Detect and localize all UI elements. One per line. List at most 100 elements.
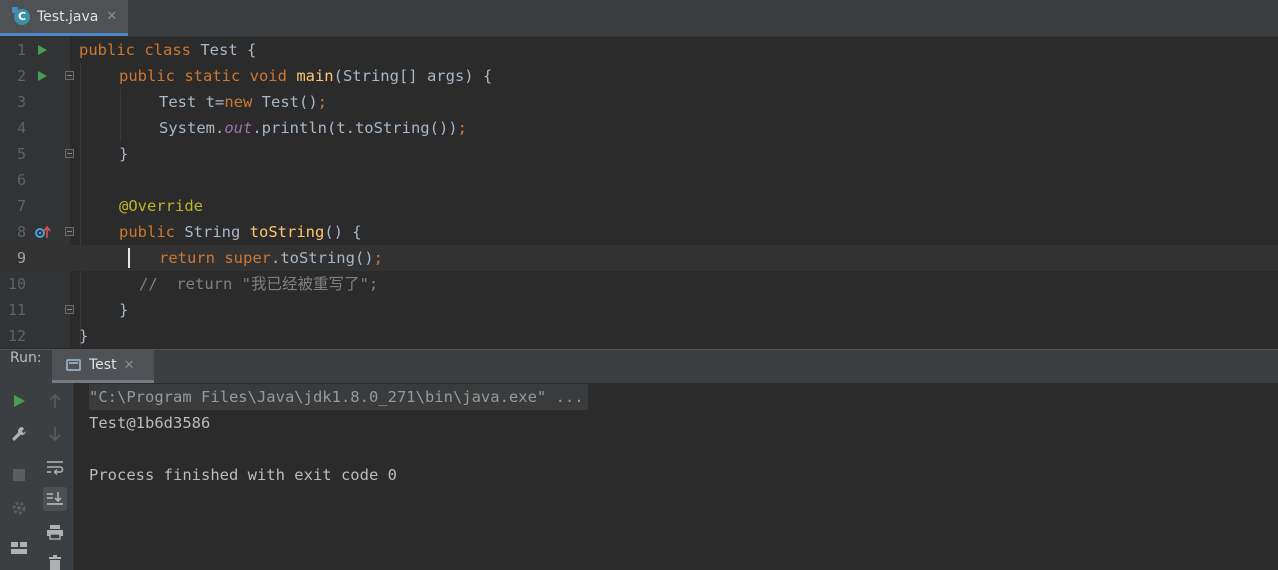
play-icon — [14, 395, 25, 407]
code-line[interactable]: 5 } — [0, 141, 1278, 167]
code-line[interactable]: 3 Test t=new Test(); — [0, 89, 1278, 115]
line-number: 1 — [16, 41, 26, 59]
code-token: } — [119, 301, 129, 319]
code-token: () { — [324, 223, 362, 241]
scroll-end-icon — [47, 492, 63, 505]
run-gutter-icon[interactable] — [38, 71, 47, 81]
close-icon[interactable]: ✕ — [124, 358, 135, 373]
code-token: .println(t.toString()) — [252, 119, 458, 137]
code-token: .toString() — [270, 249, 374, 267]
code-text: @Override — [119, 193, 203, 219]
arrow-down-icon — [49, 427, 61, 442]
code-line[interactable]: 10 // return "我已经被重写了"; — [0, 271, 1278, 297]
run-tool-window-header: Run: Test ✕ — [0, 349, 1278, 383]
java-class-icon: C — [12, 6, 30, 25]
code-token: } — [119, 145, 129, 163]
annotation: @Override — [119, 197, 203, 215]
close-icon[interactable]: ✕ — [106, 9, 117, 24]
code-line[interactable]: 4 System.out.println(t.toString()); — [0, 115, 1278, 141]
run-tab-label: Test — [89, 357, 117, 373]
console-command-line[interactable]: "C:\Program Files\Java\jdk1.8.0_271\bin\… — [89, 384, 588, 410]
code-token: String — [184, 223, 250, 241]
rerun-button[interactable] — [7, 389, 31, 413]
editor-tab-bar: C Test.java ✕ — [0, 0, 1278, 37]
ide-window: C Test.java ✕ 1 public class Test { 2 pu… — [0, 0, 1278, 570]
code-line[interactable]: 6 — [0, 167, 1278, 193]
code-text: public String toString() { — [119, 219, 362, 245]
class-name: Test — [200, 41, 238, 59]
code-line[interactable]: 11 } — [0, 297, 1278, 323]
arrow-up-icon — [49, 393, 61, 408]
code-line[interactable]: 7 @Override — [0, 193, 1278, 219]
code-line[interactable]: 1 public class Test { — [0, 37, 1278, 63]
override-method-icon[interactable] — [34, 225, 52, 239]
semicolon: ; — [457, 119, 467, 137]
code-token: (String[] args) { — [333, 67, 493, 85]
scroll-up-button[interactable] — [43, 389, 67, 413]
keyword: public static void — [119, 67, 297, 85]
restore-layout-button[interactable] — [7, 496, 31, 520]
code-text: Test t=new Test(); — [159, 89, 327, 115]
code-token: Test t= — [159, 93, 225, 111]
layout-icon — [11, 542, 27, 554]
code-line-current[interactable]: 9 return super.toString(); — [0, 245, 1278, 271]
fold-icon[interactable] — [65, 71, 74, 80]
keyword: new — [224, 93, 262, 111]
soft-wrap-button[interactable] — [43, 455, 67, 479]
text-caret — [128, 248, 130, 268]
trash-icon — [49, 555, 61, 570]
code-token: Test() — [261, 93, 318, 111]
stop-button[interactable] — [7, 463, 31, 487]
wrench-icon — [12, 427, 26, 441]
code-line[interactable]: 8 public String toString() { — [0, 219, 1278, 245]
code-token: { — [237, 41, 257, 59]
code-area[interactable]: 1 public class Test { 2 public static vo… — [0, 37, 1278, 348]
run-gutter-icon[interactable] — [38, 45, 47, 55]
code-text: return super.toString(); — [159, 245, 383, 271]
code-text: } — [79, 323, 88, 348]
fold-icon[interactable] — [65, 305, 74, 314]
line-number: 12 — [7, 327, 26, 345]
code-line[interactable]: 12 } — [0, 323, 1278, 348]
code-text: public class Test { — [79, 37, 256, 63]
line-number: 11 — [7, 301, 26, 319]
code-editor[interactable]: 1 public class Test { 2 public static vo… — [0, 37, 1278, 348]
comment: // return "我已经被重写了"; — [139, 275, 379, 293]
settings-button[interactable] — [7, 422, 31, 446]
line-number: 5 — [16, 145, 26, 163]
printer-icon — [47, 525, 63, 540]
code-token: } — [79, 327, 89, 345]
static-field: out — [224, 119, 253, 137]
line-number: 8 — [16, 223, 26, 241]
method-name: toString — [249, 223, 325, 241]
run-tab-test[interactable]: Test ✕ — [52, 350, 154, 383]
code-line[interactable]: 2 public static void main(String[] args)… — [0, 63, 1278, 89]
stop-icon — [13, 469, 25, 481]
semicolon: ; — [373, 249, 383, 267]
line-number: 10 — [7, 275, 26, 293]
console-output[interactable]: "C:\Program Files\Java\jdk1.8.0_271\bin\… — [75, 383, 1278, 570]
scroll-to-end-button[interactable] — [43, 487, 67, 511]
scroll-down-button[interactable] — [43, 422, 67, 446]
run-title: Run: — [10, 350, 42, 366]
code-text: public static void main(String[] args) { — [119, 63, 492, 89]
console-exit-line: Process finished with exit code 0 — [89, 466, 397, 484]
code-text: } — [119, 141, 128, 167]
keyword: public class — [79, 41, 201, 59]
semicolon: ; — [317, 93, 327, 111]
tab-test-java[interactable]: C Test.java ✕ — [0, 0, 128, 36]
print-button[interactable] — [43, 520, 67, 544]
code-text: // return "我已经被重写了"; — [139, 271, 378, 297]
line-number: 2 — [16, 67, 26, 85]
fold-icon[interactable] — [65, 149, 74, 158]
line-number: 3 — [16, 93, 26, 111]
console-icon — [66, 359, 81, 371]
keyword: public — [119, 223, 185, 241]
code-text: System.out.println(t.toString()); — [159, 115, 467, 141]
layout-button[interactable] — [7, 536, 31, 560]
fold-icon[interactable] — [65, 227, 74, 236]
clear-all-button[interactable] — [43, 551, 67, 570]
console-output-line: Test@1b6d3586 — [89, 414, 211, 432]
wrap-icon — [47, 461, 64, 475]
run-toolbar — [0, 383, 74, 570]
